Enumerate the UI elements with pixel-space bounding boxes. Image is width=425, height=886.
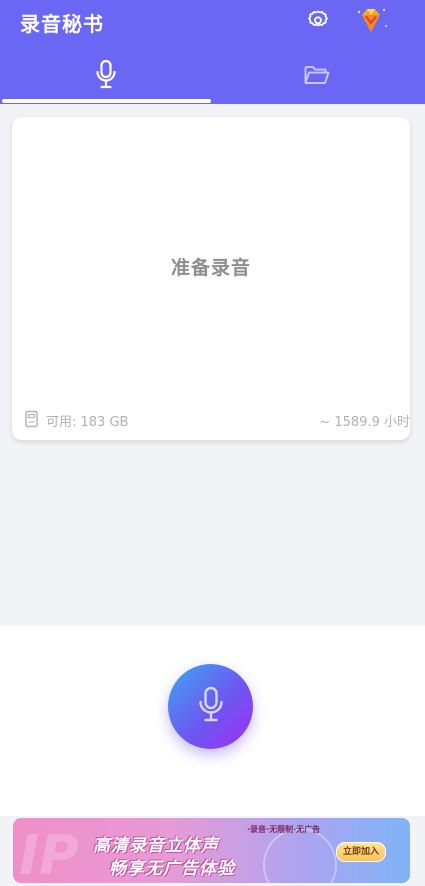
microphone-icon: [199, 686, 223, 722]
microphone-icon: [96, 59, 116, 89]
banner-watermark: IP: [19, 824, 79, 883]
tab-indicator: [2, 99, 211, 103]
record-button[interactable]: [168, 664, 253, 749]
record-control-panel: [0, 626, 425, 816]
available-storage-text: 可用: 183 GB: [46, 415, 129, 430]
vip-diamond-icon: [357, 8, 387, 32]
folder-icon: [304, 66, 330, 84]
banner-headline: 高清录音立体声: [93, 836, 219, 856]
settings-button[interactable]: [304, 6, 332, 34]
tab-files[interactable]: [212, 56, 424, 100]
storage-icon: [25, 410, 38, 428]
banner-subheadline: 畅享无广告体验: [109, 859, 235, 879]
remaining-time-text: ~ 1589.9 小时: [319, 415, 410, 430]
banner-tags: ·录音·无限制·无广告: [247, 825, 321, 834]
app-header: 录音秘书: [0, 0, 425, 104]
vip-button[interactable]: [352, 2, 390, 40]
promo-banner[interactable]: IP 高清录音立体声 畅享无广告体验 ·录音·无限制·无广告 立即加入: [13, 818, 410, 883]
join-now-button[interactable]: 立即加入: [336, 842, 386, 862]
app-title: 录音秘书: [20, 12, 104, 36]
recording-status-text: 准备录音: [170, 257, 251, 279]
recording-status-card: 准备录音 可用: 183 GB ~ 1589.9 小时: [12, 117, 410, 440]
banner-decoration: [263, 828, 337, 883]
settings-gear-icon: [308, 10, 328, 27]
tab-record[interactable]: [0, 56, 212, 100]
